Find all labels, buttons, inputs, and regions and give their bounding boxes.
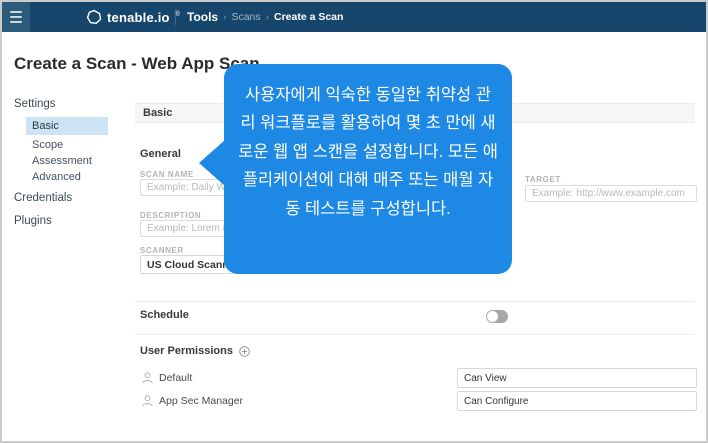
sidebar-item-assessment[interactable]: Assessment xyxy=(32,155,92,167)
sidebar-item-plugins[interactable]: Plugins xyxy=(14,215,52,227)
permission-select-default[interactable]: Can View xyxy=(457,368,697,388)
tooltip-callout: 사용자에게 익숙한 동일한 취약성 관리 워크플로를 활용하여 몇 초 만에 새… xyxy=(224,64,512,274)
toggle-knob xyxy=(487,311,498,322)
target-label: TARGET xyxy=(525,175,561,184)
divider xyxy=(135,301,695,302)
brand-name: tenable.io xyxy=(107,10,170,25)
schedule-label: Schedule xyxy=(140,309,189,321)
callout-arrow-left xyxy=(199,140,225,186)
sidebar-item-scope[interactable]: Scope xyxy=(32,139,63,151)
breadcrumb-separator: › xyxy=(266,12,269,23)
hamburger-icon xyxy=(10,21,22,23)
description-label: DESCRIPTION xyxy=(140,211,201,220)
sidebar-item-advanced[interactable]: Advanced xyxy=(32,171,81,183)
user-permissions-header: User Permissions xyxy=(140,345,250,357)
scan-name-label: SCAN NAME xyxy=(140,170,194,179)
user-icon xyxy=(142,372,153,384)
general-group-label: General xyxy=(140,148,181,160)
permission-user-name: App Sec Manager xyxy=(159,395,243,407)
hamburger-icon xyxy=(10,11,22,13)
permission-row: Default xyxy=(142,372,192,384)
sidebar-item-settings[interactable]: Settings xyxy=(14,98,56,110)
user-icon xyxy=(142,395,153,407)
sidebar-item-credentials[interactable]: Credentials xyxy=(14,192,72,204)
brand-logo[interactable]: tenable.io ® xyxy=(86,2,180,32)
sidebar-item-basic[interactable]: Basic xyxy=(26,117,108,135)
breadcrumb-tools[interactable]: Tools xyxy=(187,10,218,24)
hamburger-menu-button[interactable] xyxy=(2,2,30,32)
schedule-toggle[interactable] xyxy=(486,310,508,323)
breadcrumb-scans[interactable]: Scans xyxy=(231,11,260,23)
page-title: Create a Scan - Web App Scan xyxy=(14,54,260,74)
permission-row: App Sec Manager xyxy=(142,395,243,407)
hexagon-logo-icon xyxy=(86,9,102,25)
divider xyxy=(135,334,695,335)
scanner-label: SCANNER xyxy=(140,246,184,255)
breadcrumb: Tools › Scans › Create a Scan xyxy=(187,2,343,32)
callout-text: 사용자에게 익숙한 동일한 취약성 관리 워크플로를 활용하여 몇 초 만에 새… xyxy=(224,64,512,223)
permission-user-name: Default xyxy=(159,372,192,384)
add-permission-icon[interactable] xyxy=(239,346,250,357)
top-navbar: tenable.io ® Tools › Scans › Create a Sc… xyxy=(2,2,706,32)
permission-select-appsec[interactable]: Can Configure xyxy=(457,391,697,411)
user-permissions-label: User Permissions xyxy=(140,345,233,357)
breadcrumb-separator: › xyxy=(223,12,226,23)
topbar-divider xyxy=(175,9,176,25)
hamburger-icon xyxy=(10,16,22,18)
breadcrumb-current: Create a Scan xyxy=(274,11,343,23)
app-window: tenable.io ® Tools › Scans › Create a Sc… xyxy=(0,0,708,443)
target-input[interactable] xyxy=(525,185,697,202)
